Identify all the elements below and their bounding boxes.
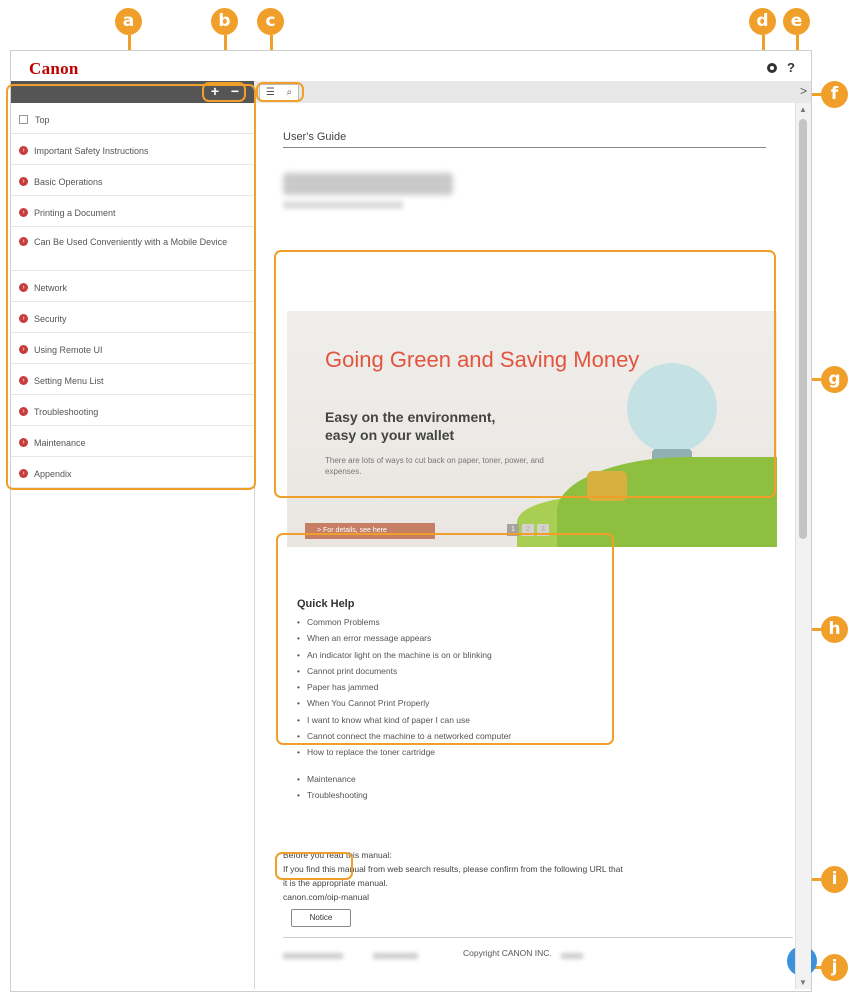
highlight-g-banner xyxy=(274,250,776,498)
scroll-down-icon[interactable]: ▼ xyxy=(799,978,807,987)
footer-year-blurred xyxy=(561,953,583,959)
manual-url-link[interactable]: canon.com/oip-manual xyxy=(283,890,783,904)
highlight-i-notice xyxy=(275,852,353,880)
callout-e: e xyxy=(783,8,810,35)
callout-c: c xyxy=(257,8,284,35)
product-subtitle-blurred xyxy=(283,201,403,209)
header-icons: ? xyxy=(767,61,795,74)
product-name-blurred xyxy=(283,173,453,195)
page-title: User's Guide xyxy=(283,131,766,148)
highlight-h-quickhelp xyxy=(276,533,614,745)
quick-help-link[interactable]: Troubleshooting xyxy=(297,787,597,803)
footer-code-blurred xyxy=(283,953,343,959)
before-reading-line3: it is the appropriate manual. xyxy=(283,878,388,888)
copyright: Copyright CANON INC. xyxy=(463,948,552,958)
highlight-b-expand xyxy=(202,82,246,102)
callout-b: b xyxy=(211,8,238,35)
footer-date-blurred xyxy=(373,953,418,959)
callout-h: h xyxy=(821,616,848,643)
highlight-c-tocsearch xyxy=(256,82,304,102)
callout-f: f xyxy=(821,81,848,108)
before-reading-line2: If you find this manual from web search … xyxy=(283,864,623,874)
highlight-a-toc xyxy=(6,84,256,490)
callout-j: j xyxy=(821,954,848,981)
callout-g: g xyxy=(821,366,848,393)
callout-a: a xyxy=(115,8,142,35)
help-icon[interactable]: ? xyxy=(787,61,795,74)
footer: Copyright CANON INC. xyxy=(283,937,793,959)
gear-icon[interactable] xyxy=(767,63,778,73)
collapse-panel-button[interactable]: > xyxy=(800,84,807,98)
before-reading-line1: Before you read this manual: xyxy=(283,850,392,860)
scrollbar[interactable]: ▲ ▼ xyxy=(795,103,811,989)
callout-i: i xyxy=(821,866,848,893)
before-reading-note: Before you read this manual: If you find… xyxy=(283,848,783,904)
callout-d: d xyxy=(749,8,776,35)
scroll-up-icon[interactable]: ▲ xyxy=(799,105,807,114)
notice-button[interactable]: Notice xyxy=(291,909,351,927)
quick-help-link[interactable]: Maintenance xyxy=(297,771,597,787)
canon-logo: Canon xyxy=(29,59,79,78)
scrollbar-thumb[interactable] xyxy=(799,119,807,539)
quick-help-link[interactable]: How to replace the toner cartridge xyxy=(297,744,597,760)
